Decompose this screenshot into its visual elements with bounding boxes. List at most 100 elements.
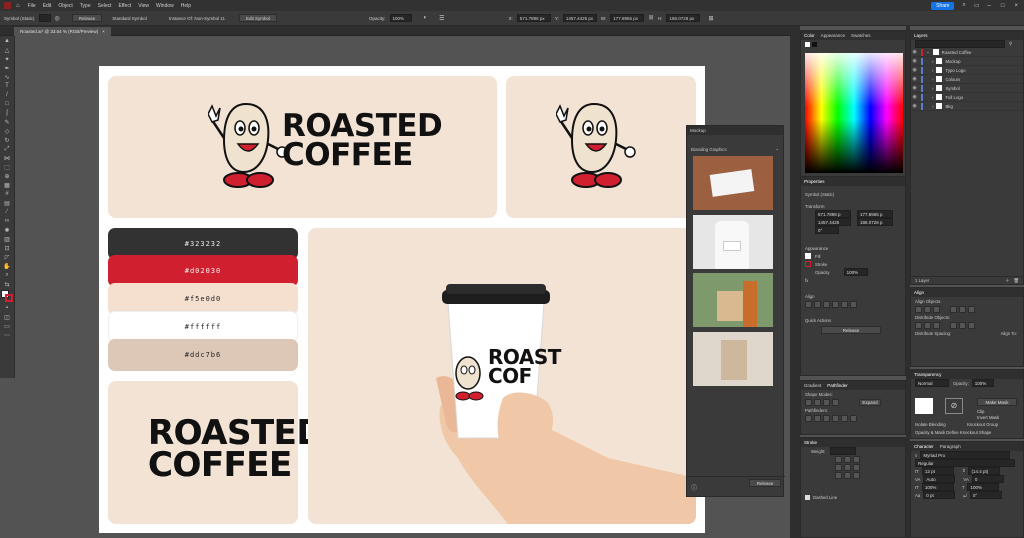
mockup-thumb-badge[interactable]	[693, 215, 773, 269]
close-tab-icon[interactable]: ×	[102, 29, 105, 34]
free-transform-tool-icon[interactable]: ⬚	[3, 163, 12, 171]
menu-type[interactable]: Type	[80, 3, 91, 9]
menu-help[interactable]: Help	[181, 3, 191, 9]
graph-tool-icon[interactable]: ▥	[3, 235, 12, 243]
knockout-group-option[interactable]: Knockout Group	[967, 422, 998, 427]
rotate-tool-icon[interactable]: ↻	[3, 136, 12, 144]
crop-icon[interactable]	[832, 414, 839, 422]
align-stroke-center-icon[interactable]	[835, 471, 842, 479]
prop-opacity-field[interactable]: 100%	[843, 268, 868, 276]
search-icon[interactable]: ⌕	[962, 2, 965, 9]
visibility-eye-icon[interactable]: ◉	[911, 94, 918, 100]
properties-release-button[interactable]: Release	[821, 326, 881, 334]
dist-right-icon[interactable]	[968, 321, 975, 329]
unite-icon[interactable]	[805, 398, 812, 406]
expand-icon[interactable]: ⌄	[926, 49, 930, 55]
align-obj-left-icon[interactable]	[915, 305, 922, 313]
align-middle-icon[interactable]	[841, 300, 848, 308]
home-icon[interactable]: ⌂	[16, 3, 20, 9]
tab-pathfinder[interactable]: Pathfinder	[827, 383, 848, 388]
minus-back-icon[interactable]	[850, 414, 857, 422]
invert-mask-option[interactable]: Invert Mask	[977, 415, 999, 420]
tab-color[interactable]: Color	[804, 33, 815, 38]
mockup-thumb-envelope[interactable]	[693, 156, 773, 210]
fill-label[interactable]: Fill	[815, 254, 821, 259]
corner-bevel-icon[interactable]	[853, 463, 860, 471]
visibility-eye-icon[interactable]: ◉	[911, 85, 918, 91]
type-tool-icon[interactable]: T	[3, 82, 12, 90]
align-left-icon[interactable]	[805, 300, 812, 308]
align-obj-bottom-icon[interactable]	[968, 305, 975, 313]
transparency-opacity-field[interactable]: 100%	[971, 379, 994, 387]
menu-view[interactable]: View	[138, 3, 149, 9]
full-logo-card[interactable]: ROASTED COFFEE	[108, 76, 497, 218]
info-icon[interactable]: ⓘ	[691, 483, 697, 492]
curvature-tool-icon[interactable]: ∿	[3, 73, 12, 81]
menu-edit[interactable]: Edit	[43, 3, 52, 9]
symbol-sprayer-tool-icon[interactable]: ✺	[3, 226, 12, 234]
target-icon[interactable]: ◎	[55, 14, 60, 22]
mockup-section-row[interactable]: Branding Graphics ⌄	[687, 145, 783, 153]
opacity-mask-option[interactable]: Opacity & Mask Define Knockout Shape	[915, 430, 991, 435]
align-center-icon[interactable]	[814, 300, 821, 308]
release-button[interactable]: Release	[71, 14, 103, 22]
blend-tool-icon[interactable]: ∞	[3, 217, 12, 225]
tab-appearance[interactable]: Appearance	[821, 33, 845, 38]
document-tab[interactable]: Roasted.ai* @ 33.64 % (RGB/Preview) ×	[14, 27, 111, 36]
blend-mode-select[interactable]: Normal	[915, 379, 949, 387]
prop-h-field[interactable]: 186.0728 p	[857, 218, 893, 226]
visibility-eye-icon[interactable]: ◉	[911, 76, 918, 82]
screen-mode-icon[interactable]: ▭	[3, 322, 12, 330]
prop-w-field[interactable]: 177.8965 p	[857, 210, 893, 218]
font-style-select[interactable]: Regular	[915, 459, 1015, 467]
scale-tool-icon[interactable]: ⤢	[3, 145, 12, 153]
layer-row[interactable]: ◉ › Colours	[911, 75, 1023, 84]
draw-mode-icon[interactable]: ◫	[3, 313, 12, 321]
outline-icon[interactable]	[841, 414, 848, 422]
opacity-field[interactable]: 100%	[389, 14, 412, 22]
isolate-blending-option[interactable]: Isolate Blending	[915, 422, 946, 427]
visibility-eye-icon[interactable]: ◉	[911, 103, 918, 109]
selection-tool-icon[interactable]: ▲	[3, 37, 12, 45]
align-right-icon[interactable]	[823, 300, 830, 308]
color-fill-row[interactable]	[801, 40, 905, 48]
layer-row[interactable]: ◉ › Bkg	[911, 102, 1023, 111]
slice-tool-icon[interactable]: ◸	[3, 253, 12, 261]
pen-tool-icon[interactable]: ✒	[3, 64, 12, 72]
menu-object[interactable]: Object	[58, 3, 72, 9]
align-obj-right-icon[interactable]	[933, 305, 940, 313]
fx-label[interactable]: fx	[801, 276, 905, 284]
trash-icon[interactable]: 🗑	[1014, 278, 1019, 284]
symbol-card[interactable]	[506, 76, 696, 218]
dist-hcenter-icon[interactable]	[959, 321, 966, 329]
menu-window[interactable]: Window	[156, 3, 174, 9]
swatch-tan[interactable]: #ddc7b6	[108, 339, 298, 371]
mockup-card[interactable]: ROAST COF	[308, 228, 696, 524]
char-rotate-field[interactable]: 0°	[969, 491, 1002, 499]
gradient-tool-icon[interactable]: ▤	[3, 199, 12, 207]
y-field[interactable]: 1457.4425 px	[562, 14, 597, 22]
align-obj-top-icon[interactable]	[950, 305, 957, 313]
font-search-icon[interactable]: ⌕	[915, 453, 917, 458]
cap-butt-icon[interactable]	[835, 455, 842, 463]
tracking-field[interactable]: 0	[971, 475, 1004, 483]
trim-icon[interactable]	[814, 414, 821, 422]
divide-icon[interactable]	[805, 414, 812, 422]
dist-vcenter-icon[interactable]	[924, 321, 931, 329]
exclude-icon[interactable]	[832, 398, 839, 406]
align-obj-vcenter-icon[interactable]	[959, 305, 966, 313]
edit-symbol-button[interactable]: Edit Symbol	[239, 14, 278, 22]
hand-tool-icon[interactable]: ✋	[3, 262, 12, 270]
rectangle-tool-icon[interactable]: □	[3, 100, 12, 108]
link-icon[interactable]: ⛓	[648, 14, 654, 22]
font-size-field[interactable]: 12 pt	[921, 467, 954, 475]
minus-front-icon[interactable]	[814, 398, 821, 406]
mask-thumbnail[interactable]	[915, 398, 933, 414]
color-spectrum[interactable]	[805, 53, 903, 173]
layer-row-parent[interactable]: ◉ ⌄ Roasted Coffee	[911, 48, 1023, 57]
cap-square-icon[interactable]	[853, 455, 860, 463]
perspective-grid-tool-icon[interactable]: ▦	[3, 181, 12, 189]
prop-rotate-field[interactable]: 0°	[815, 226, 839, 234]
recolor-icon[interactable]: ◐	[424, 14, 428, 22]
typo-logo-card[interactable]: ROASTED COFFEE	[108, 381, 325, 524]
